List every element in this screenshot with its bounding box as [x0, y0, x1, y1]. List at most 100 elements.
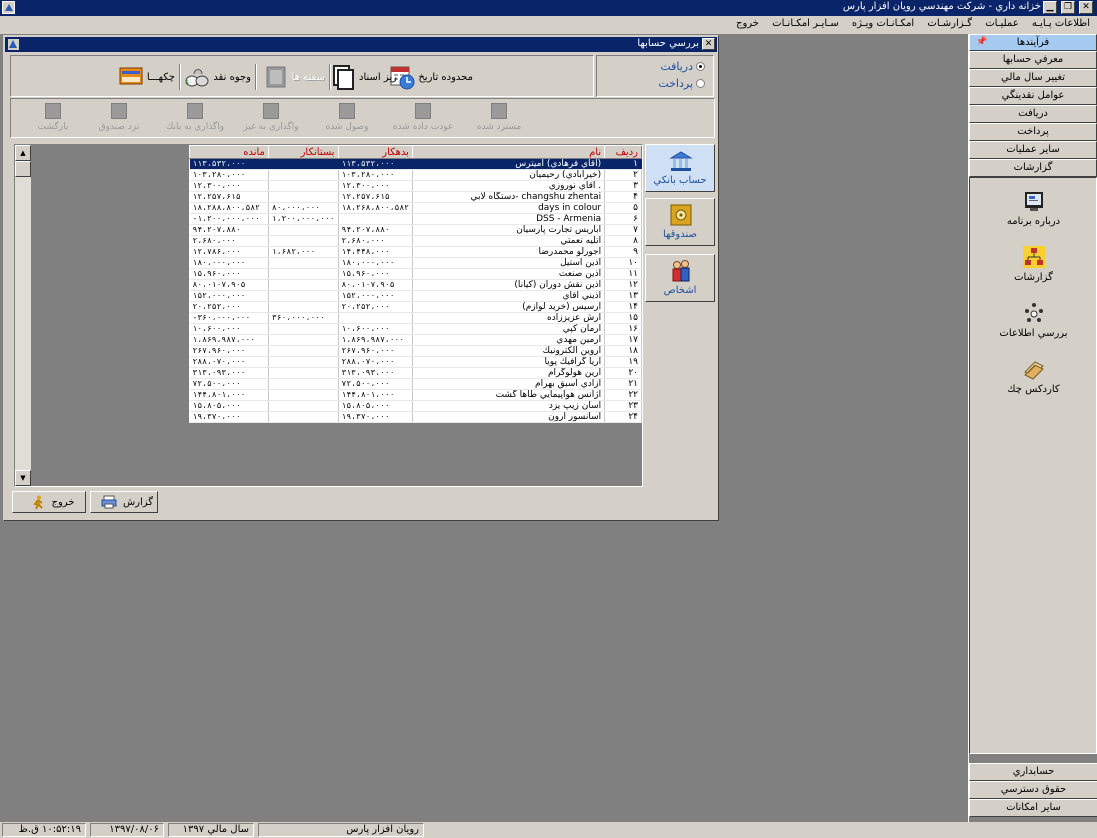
- menu-exit[interactable]: خروج: [731, 16, 764, 29]
- cell-name: آرش عزيززاده: [412, 312, 606, 324]
- cell-row: ۲۰: [604, 367, 642, 379]
- table-row[interactable]: ۱۴ آرسيس (خريد لوازم) ۲۰،۲۵۲،۰۰۰ ۲۰،۲۵۲،۰۰۰: [189, 301, 642, 313]
- cell-name: DSS - Armenia: [412, 213, 606, 225]
- status-date: ۱۳۹۷/۰۸/۰۶: [90, 823, 164, 837]
- sidebar-item-receive[interactable]: دريافت: [969, 105, 1097, 123]
- cell-balance: ۱۰،۶۰۰،۰۰۰: [189, 323, 269, 335]
- cell-balance: ۲،۶۸۰،۰۰۰: [189, 235, 269, 247]
- cell-credit: [268, 367, 339, 379]
- table-row[interactable]: ۵ days in colour ۱۸،۲۶۸،۸۰۰،۵۸۲ ۸۰،۰۰۰،۰۰۰ ۱…: [189, 202, 642, 214]
- promissory-notes-button[interactable]: سفته ها: [260, 62, 325, 92]
- sidebar-item-pay[interactable]: پرداخت: [969, 123, 1097, 141]
- sidebar-item-define-accounts[interactable]: معرفي حسابها: [969, 51, 1097, 69]
- table-row[interactable]: ۱۳ آذيني آقاي ۱۵۲،۰۰۰،۰۰۰ ۱۵۲،۰۰۰،۰۰۰: [189, 290, 642, 302]
- report-button[interactable]: گزارش: [90, 491, 158, 513]
- sidebar-access-rights-button[interactable]: حقوق دسترسي: [969, 781, 1097, 799]
- sidebar-accounting-button[interactable]: حسابداري: [969, 763, 1097, 781]
- sidebar-item-liquidity-factors[interactable]: عوامل نقدينگي: [969, 87, 1097, 105]
- table-row[interactable]: ۲۱ آزادي اسبق بهرام ۷۲،۵۰۰،۰۰۰ ۷۲،۵۰۰،۰۰۰: [189, 378, 642, 390]
- doc-detail-button[interactable]: ريز اسناد: [327, 62, 397, 92]
- cell-credit: ۸۰،۰۰۰،۰۰۰: [268, 202, 339, 214]
- cheques-button[interactable]: چكهـــا: [115, 62, 175, 92]
- people-icon: [669, 259, 693, 283]
- assigned-to-bank-icon: [187, 103, 203, 119]
- cell-debit: ۲۸۸،۰۷۰،۰۰۰: [338, 356, 413, 368]
- table-row[interactable]: ۸ آتليه نعمتي ۲،۶۸۰،۰۰۰ ۲،۶۸۰،۰۰۰: [189, 235, 642, 247]
- receive-radio-dot[interactable]: [696, 62, 705, 71]
- scroll-down-button[interactable]: ▼: [15, 470, 31, 486]
- table-row[interactable]: ۱ (آقاي فرهادي) آميترس ۱۱۳،۵۳۲،۰۰۰ ۱۱۳،۵۳۲،…: [189, 158, 642, 170]
- date-range-button[interactable]: محدوده تاريخ: [386, 62, 473, 92]
- menu-special[interactable]: امكـانـات ويـژه: [847, 16, 919, 29]
- table-row[interactable]: ۱۲ آذين نقش دوران (كيانا) ۸۰،۰۱۰۷،۹۰۵ ۸۰،۰۱…: [189, 279, 642, 291]
- window-close-button[interactable]: ✕: [702, 38, 715, 50]
- table-row[interactable]: ۹ آجورلو محمدرضا ۱۴،۴۴۸،۰۰۰ ۱،۶۸۲،۰۰۰ ۱۲،۷۸۶…: [189, 246, 642, 258]
- pay-radio[interactable]: پرداخت: [658, 77, 705, 90]
- receive-radio[interactable]: دريافت: [660, 60, 705, 73]
- scroll-thumb[interactable]: [15, 161, 31, 177]
- inspect-info-item[interactable]: بررسي اطلاعات: [970, 302, 1097, 339]
- menu-reports[interactable]: گـزارشـات: [922, 16, 977, 29]
- cell-balance: ۲۶۷،۹۶۰،۰۰۰: [189, 345, 269, 357]
- sidebar-other-features-button[interactable]: ساير امكانات: [969, 799, 1097, 817]
- table-row[interactable]: ۶ DSS - Armenia ۱،۲۰۰،۰۰۰،۰۰۰ ۱،۲۰۰،۰۰۰،۰۰۰…: [189, 213, 642, 225]
- cashboxes-button[interactable]: صندوقها: [645, 198, 715, 246]
- cell-debit: ۲،۶۸۰،۰۰۰: [338, 235, 413, 247]
- menu-base-info[interactable]: اطلاعات پـايـه: [1027, 16, 1095, 29]
- bank-account-button[interactable]: حساب بانكي: [645, 144, 715, 192]
- back-button[interactable]: بازگشت: [18, 103, 88, 132]
- collected-icon: [339, 103, 355, 119]
- table-row[interactable]: ۱۹ آريا گرافيك پويا ۲۸۸،۰۷۰،۰۰۰ ۲۸۸،۰۷۰،۰۰۰: [189, 356, 642, 368]
- cell-debit: ۱۰۳،۲۸۰،۰۰۰: [338, 169, 413, 181]
- col-credit-header[interactable]: بستانكار: [267, 145, 339, 159]
- reports-item[interactable]: گزارشات: [970, 246, 1097, 283]
- accounts-grid: ▲ ▼ رديف نام بدهكار بستانكار مانده ۱ (آقا…: [14, 144, 643, 487]
- app-title: خزانه داري - شركت مهندسي رويان افزار پار…: [842, 1, 1041, 12]
- sidebar-item-other-operations[interactable]: ساير عمليات: [969, 141, 1097, 159]
- vertical-scrollbar[interactable]: ▲ ▼: [15, 145, 31, 486]
- col-name-header[interactable]: نام: [411, 145, 606, 159]
- menu-other[interactable]: سـايـر امكـانـات: [767, 16, 844, 29]
- col-debit-header[interactable]: بدهكار: [337, 145, 413, 159]
- menu-operations[interactable]: عمليـات: [980, 16, 1023, 29]
- table-row[interactable]: ۲۲ آژانس هواپيمايي طاها گشت ۱۴۴،۸۰۱،۰۰۰ ۱۴۴…: [189, 389, 642, 401]
- status-fiscal-year: سال مالي ۱۳۹۷: [168, 823, 254, 837]
- table-row[interactable]: ۳. آقاي نوروزي ۱۲،۳۰۰،۰۰۰ ۱۲،۳۰۰،۰۰۰: [189, 180, 642, 192]
- table-row[interactable]: ۲ (خيرآبادي) رحيميان ۱۰۳،۲۸۰،۰۰۰ ۱۰۳،۲۸۰،۰۰…: [189, 169, 642, 181]
- cheque-kardex-item[interactable]: كاردكس چك: [970, 358, 1097, 395]
- bank-account-label: حساب بانكي: [653, 175, 707, 186]
- col-balance-header[interactable]: مانده: [189, 145, 269, 159]
- restore-button[interactable]: ❐: [1061, 1, 1075, 14]
- about-program-item[interactable]: درباره برنامه: [970, 190, 1097, 227]
- bank-icon: [669, 149, 693, 173]
- window-title-bar: بررسي حسابها ✕: [5, 37, 717, 52]
- scroll-up-button[interactable]: ▲: [15, 145, 31, 161]
- sidebar-item-change-fiscal-year[interactable]: تغيير سال مالي: [969, 69, 1097, 87]
- close-button[interactable]: ✕: [1079, 1, 1093, 14]
- table-row[interactable]: ۷ آباريس تجارت پارسيان ۹۴،۲۰۷،۸۸۰ ۹۴،۲۰۷،۸۸…: [189, 224, 642, 236]
- col-row-header[interactable]: رديف: [604, 145, 642, 159]
- pin-icon[interactable]: 📌: [976, 35, 987, 50]
- table-row[interactable]: ۴ changshu zhentai -دستگاه لابي ۱۲،۲۵۷،۶۱۵…: [189, 191, 642, 203]
- sidebar-item-reports[interactable]: گزارشات: [969, 159, 1097, 177]
- cash-button[interactable]: وجوه نقد $: [181, 62, 251, 92]
- table-row[interactable]: ۱۰ آذين استيل ۱۸۰،۰۰۰،۰۰۰ ۱۸۰،۰۰۰،۰۰۰: [189, 257, 642, 269]
- table-row[interactable]: ۱۱ آذين صنعت ۱۵،۹۶۰،۰۰۰ ۱۵،۹۶۰،۰۰۰: [189, 268, 642, 280]
- cell-row: ۱۹: [604, 356, 642, 368]
- pay-radio-dot[interactable]: [696, 79, 705, 88]
- table-row[interactable]: ۲۰ آرين هولوگرام ۳۱۳،۰۹۳،۰۰۰ ۳۱۳،۰۹۳،۰۰۰: [189, 367, 642, 379]
- table-row[interactable]: ۲۳ آسان زيپ يزد ۱۵،۸۰۵،۰۰۰ ۱۵،۸۰۵،۰۰۰: [189, 400, 642, 412]
- toolbar-separator: [179, 64, 181, 90]
- persons-button[interactable]: اشخاص: [645, 254, 715, 302]
- table-row[interactable]: ۱۵ آرش عزيززاده ۳۶۰،۰۰۰،۰۰۰ ۳۶۰،۰۰۰،۰۰۰-: [189, 312, 642, 324]
- cell-debit: ۸۰،۰۱۰۷،۹۰۵: [338, 279, 413, 291]
- table-row[interactable]: ۲۴ آسانسور آرون ۱۹،۳۷۰،۰۰۰ ۱۹،۳۷۰،۰۰۰: [189, 411, 642, 423]
- cell-credit: [268, 389, 339, 401]
- minimize-button[interactable]: ▁: [1043, 1, 1057, 14]
- table-row[interactable]: ۱۶ آرمان كپي ۱۰،۶۰۰،۰۰۰ ۱۰،۶۰۰،۰۰۰: [189, 323, 642, 335]
- accounts-table: رديف نام بدهكار بستانكار مانده ۱ (آقاي فر…: [189, 145, 642, 423]
- table-row[interactable]: ۱۷ آرمين مهدي ۱،۸۶۹،۹۸۷،۰۰۰ ۱،۸۶۹،۹۸۷،۰۰۰: [189, 334, 642, 346]
- table-row[interactable]: ۱۸ آروين الكترونيك ۲۶۷،۹۶۰،۰۰۰ ۲۶۷،۹۶۰،۰۰۰: [189, 345, 642, 357]
- exit-button[interactable]: خروج: [12, 491, 86, 513]
- window-title: بررسي حسابها: [637, 38, 699, 49]
